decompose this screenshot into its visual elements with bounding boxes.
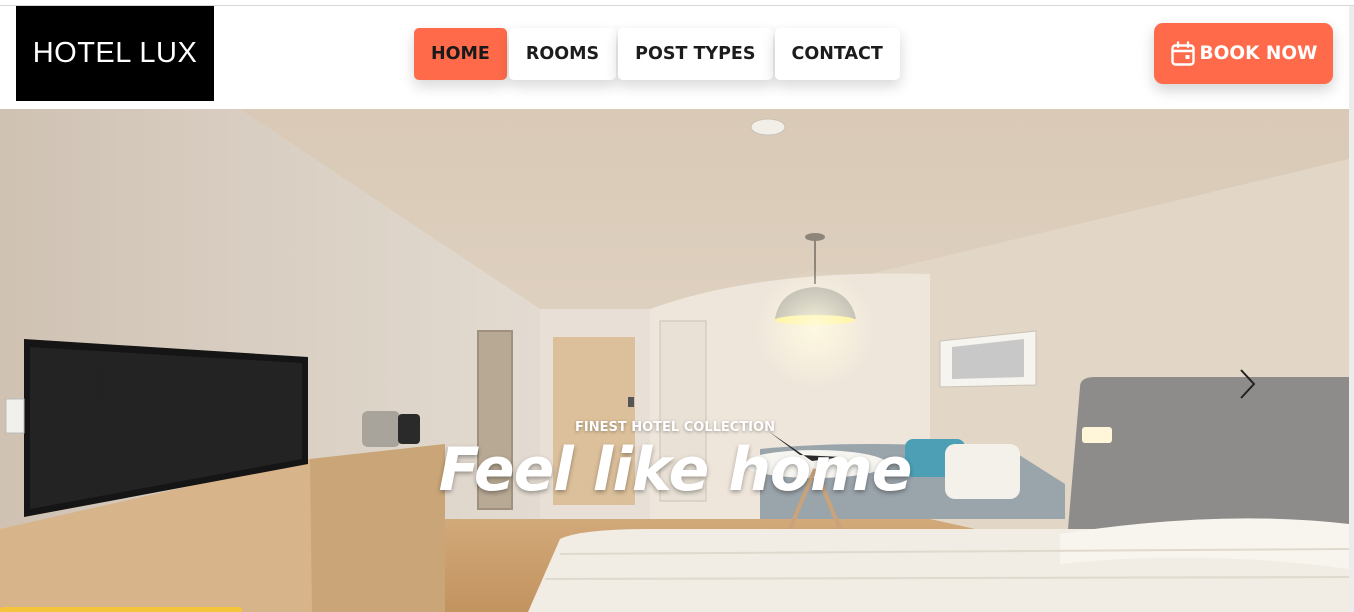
main-nav: HOME ROOMS POST TYPES CONTACT bbox=[414, 28, 902, 80]
logo-text: HOTEL LUX bbox=[32, 37, 198, 69]
hero-room-image bbox=[0, 109, 1349, 612]
nav-item-post-types[interactable]: POST TYPES bbox=[618, 28, 773, 80]
nav-item-home[interactable]: HOME bbox=[414, 28, 507, 80]
hero-slider: FINEST HOTEL COLLECTION Feel like home bbox=[0, 109, 1349, 612]
nav-item-label: POST TYPES bbox=[635, 44, 756, 64]
chevron-left-icon[interactable] bbox=[86, 367, 116, 401]
hotel-logo[interactable]: HOTEL LUX bbox=[16, 6, 214, 101]
hero-title: Feel like home bbox=[438, 435, 913, 505]
scrollbar-track[interactable] bbox=[1349, 6, 1354, 612]
nav-item-label: CONTACT bbox=[791, 44, 883, 64]
book-now-label: BOOK NOW bbox=[1199, 43, 1318, 64]
nav-item-rooms[interactable]: ROOMS bbox=[508, 28, 617, 80]
calendar-icon bbox=[1170, 40, 1195, 66]
bottom-widget-edge bbox=[0, 607, 242, 612]
hero-subtitle: FINEST HOTEL COLLECTION bbox=[575, 420, 775, 435]
nav-item-contact[interactable]: CONTACT bbox=[774, 28, 900, 80]
nav-item-label: HOME bbox=[431, 44, 490, 64]
chevron-right-icon[interactable] bbox=[1233, 367, 1263, 401]
nav-item-label: ROOMS bbox=[525, 44, 600, 64]
book-now-button[interactable]: BOOK NOW bbox=[1154, 23, 1333, 84]
